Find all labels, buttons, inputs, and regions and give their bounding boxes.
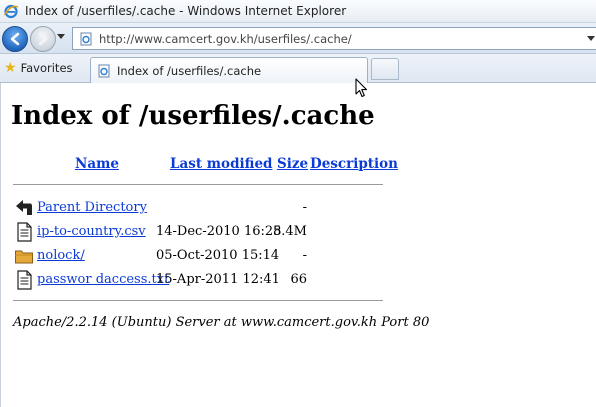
text-file-icon bbox=[17, 270, 32, 290]
file-size: - bbox=[302, 248, 307, 263]
list-item: nolock/ 05-Oct-2010 15:14 - bbox=[1, 245, 596, 269]
tab-active[interactable]: Index of /userfiles/.cache bbox=[90, 57, 368, 83]
navigation-bar: http://www.camcert.gov.kh/userfiles/.cac… bbox=[0, 23, 596, 54]
list-item: ip-to-country.csv 14-Dec-2010 16:28 5.4M bbox=[1, 221, 596, 245]
address-dropdown-icon[interactable] bbox=[587, 36, 595, 41]
column-header-description[interactable]: Description bbox=[310, 156, 398, 172]
column-header-size[interactable]: Size bbox=[277, 156, 308, 172]
file-modified: 05-Oct-2010 15:14 bbox=[156, 248, 280, 263]
tab-bar: ★ Favorites Index of /userfiles/.cache bbox=[0, 54, 596, 83]
title-bar: Index of /userfiles/.cache - Windows Int… bbox=[0, 0, 596, 23]
list-item: Parent Directory - bbox=[1, 197, 596, 221]
star-icon: ★ bbox=[4, 60, 17, 76]
divider bbox=[13, 184, 383, 185]
forward-arrow-icon bbox=[38, 32, 48, 46]
file-link[interactable]: nolock/ bbox=[37, 248, 85, 263]
parent-directory-icon bbox=[16, 200, 32, 215]
page-content: Index of /userfiles/.cache Name Last mod… bbox=[0, 83, 596, 407]
column-header-name[interactable]: Name bbox=[75, 156, 119, 172]
internet-explorer-icon bbox=[3, 4, 19, 19]
divider bbox=[13, 300, 383, 301]
list-item: passwor daccess.txt 15-Apr-2011 12:41 66 bbox=[1, 269, 596, 293]
recent-pages-dropdown-icon[interactable] bbox=[57, 34, 65, 39]
back-arrow-icon bbox=[10, 32, 20, 46]
mouse-cursor-icon bbox=[355, 78, 368, 98]
folder-icon bbox=[15, 250, 33, 264]
favorites-button[interactable]: ★ Favorites bbox=[4, 59, 73, 77]
url-text[interactable]: http://www.camcert.gov.kh/userfiles/.cac… bbox=[99, 32, 352, 46]
browser-window: Index of /userfiles/.cache - Windows Int… bbox=[0, 0, 596, 407]
file-link[interactable]: passwor daccess.txt bbox=[37, 272, 169, 287]
server-signature: Apache/2.2.14 (Ubuntu) Server at www.cam… bbox=[13, 315, 430, 330]
file-modified: 15-Apr-2011 12:41 bbox=[156, 272, 280, 287]
file-size: 5.4M bbox=[273, 224, 307, 239]
file-link[interactable]: Parent Directory bbox=[37, 200, 147, 215]
file-size: 66 bbox=[290, 272, 307, 287]
tab-label: Index of /userfiles/.cache bbox=[117, 63, 262, 78]
file-link[interactable]: ip-to-country.csv bbox=[37, 224, 146, 239]
page-icon bbox=[80, 32, 92, 45]
window-title: Index of /userfiles/.cache - Windows Int… bbox=[25, 4, 347, 18]
file-modified: 14-Dec-2010 16:28 bbox=[156, 224, 282, 239]
new-tab-button[interactable] bbox=[371, 58, 399, 80]
back-button[interactable] bbox=[2, 26, 28, 52]
column-header-last-modified[interactable]: Last modified bbox=[170, 156, 272, 172]
address-bar[interactable]: http://www.camcert.gov.kh/userfiles/.cac… bbox=[72, 27, 596, 50]
forward-button[interactable] bbox=[30, 26, 56, 52]
favorites-label: Favorites bbox=[20, 61, 73, 75]
file-size: - bbox=[302, 200, 307, 215]
text-file-icon bbox=[17, 222, 32, 242]
page-title: Index of /userfiles/.cache bbox=[11, 101, 375, 131]
page-icon bbox=[98, 64, 110, 77]
